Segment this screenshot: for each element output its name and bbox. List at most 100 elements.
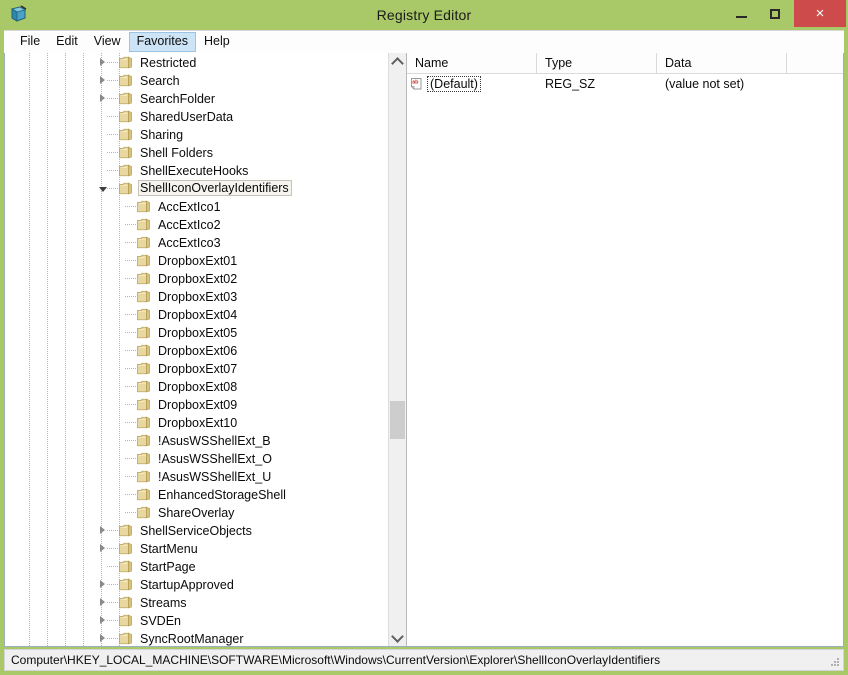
menu-item-favorites[interactable]: Favorites	[128, 32, 196, 52]
tree-node[interactable]: StartMenu	[5, 539, 388, 557]
triangle-icon	[100, 579, 105, 588]
tree-node-label: DropboxExt06	[158, 344, 238, 358]
tree-node[interactable]: DropboxExt01	[5, 251, 388, 269]
expand-node-icon[interactable]	[97, 632, 108, 643]
tree-node[interactable]: ShellServiceObjects	[5, 521, 388, 539]
tree-connector	[107, 80, 118, 81]
column-header-data[interactable]: Data	[657, 53, 787, 73]
tree-connector	[125, 512, 136, 513]
tree-node[interactable]: ShellIconOverlayIdentifiers	[5, 179, 388, 197]
tree-node-label: StartupApproved	[140, 578, 234, 592]
tree-node[interactable]: DropboxExt07	[5, 359, 388, 377]
folder-icon	[137, 398, 152, 411]
tree-node-label: EnhancedStorageShell	[158, 488, 286, 502]
tree-node[interactable]: AccExtIco3	[5, 233, 388, 251]
scroll-up-button[interactable]	[389, 53, 406, 70]
tree-node[interactable]: Sharing	[5, 125, 388, 143]
tree-node[interactable]: !AsusWSShellExt_U	[5, 467, 388, 485]
tree-node[interactable]: Streams	[5, 593, 388, 611]
tree-connector	[125, 206, 136, 207]
value-name-cell[interactable]: ab (Default)	[407, 76, 537, 92]
tree-node-label: AccExtIco2	[158, 218, 221, 232]
tree-connector	[125, 476, 136, 477]
registry-path: Computer\HKEY_LOCAL_MACHINE\SOFTWARE\Mic…	[11, 653, 661, 667]
maximize-button[interactable]	[760, 0, 790, 27]
minimize-button[interactable]	[726, 0, 756, 27]
title-bar[interactable]: Registry Editor ×	[0, 0, 848, 30]
tree-connector	[125, 260, 136, 261]
tree-connector	[125, 458, 136, 459]
collapse-node-icon[interactable]	[97, 182, 108, 193]
column-header-name[interactable]: Name	[407, 53, 537, 73]
tree-node-label: SearchFolder	[140, 92, 216, 106]
tree-node[interactable]: DropboxExt09	[5, 395, 388, 413]
tree-node[interactable]: !AsusWSShellExt_O	[5, 449, 388, 467]
tree-node[interactable]: DropboxExt05	[5, 323, 388, 341]
folder-icon	[119, 578, 134, 591]
tree-node[interactable]: AccExtIco1	[5, 197, 388, 215]
menu-item-edit[interactable]: Edit	[48, 32, 86, 52]
tree-node[interactable]: SharedUserData	[5, 107, 388, 125]
tree-node-label: Sharing	[140, 128, 184, 142]
folder-icon	[137, 308, 152, 321]
tree-node[interactable]: DropboxExt02	[5, 269, 388, 287]
scroll-down-button[interactable]	[389, 629, 406, 646]
table-row[interactable]: ab (Default) REG_SZ (value not set)	[407, 74, 843, 94]
triangle-icon	[100, 543, 105, 552]
tree-node[interactable]: SyncRootManager	[5, 629, 388, 646]
registry-values-pane[interactable]: Name Type Data ab (Default) REG_SZ (valu…	[407, 53, 843, 646]
close-button[interactable]: ×	[794, 0, 846, 27]
expand-node-icon[interactable]	[97, 524, 108, 535]
tree-node[interactable]: AccExtIco2	[5, 215, 388, 233]
folder-icon	[119, 146, 134, 159]
string-value-icon: ab	[410, 77, 424, 91]
tree-connector	[125, 314, 136, 315]
tree-node[interactable]: DropboxExt04	[5, 305, 388, 323]
tree-node[interactable]: SVDEn	[5, 611, 388, 629]
tree-node[interactable]: StartupApproved	[5, 575, 388, 593]
registry-tree-pane[interactable]: Restricted Search SearchFolder SharedUserDa…	[5, 53, 407, 646]
folder-icon	[119, 92, 134, 105]
tree-connector	[107, 548, 118, 549]
expand-node-icon[interactable]	[97, 74, 108, 85]
expand-node-icon[interactable]	[97, 614, 108, 625]
resize-grip-icon[interactable]	[828, 656, 840, 668]
registry-editor-icon	[10, 5, 28, 23]
tree-node[interactable]: EnhancedStorageShell	[5, 485, 388, 503]
menu-item-help[interactable]: Help	[196, 32, 238, 52]
values-column-headers: Name Type Data	[407, 53, 843, 74]
menu-item-view[interactable]: View	[86, 32, 129, 52]
expand-node-icon[interactable]	[97, 56, 108, 67]
tree-node[interactable]: StartPage	[5, 557, 388, 575]
tree-node-label: DropboxExt02	[158, 272, 238, 286]
tree-node[interactable]: Search	[5, 71, 388, 89]
expand-node-icon[interactable]	[97, 542, 108, 553]
tree-node[interactable]: Shell Folders	[5, 143, 388, 161]
scrollbar-thumb[interactable]	[390, 401, 405, 439]
tree-node[interactable]: DropboxExt06	[5, 341, 388, 359]
menu-item-file[interactable]: File	[12, 32, 48, 52]
folder-icon	[137, 470, 152, 483]
tree-node[interactable]: DropboxExt03	[5, 287, 388, 305]
folder-icon	[119, 632, 134, 645]
tree-node-label: DropboxExt09	[158, 398, 238, 412]
tree-node[interactable]: Restricted	[5, 53, 388, 71]
tree-node[interactable]: DropboxExt08	[5, 377, 388, 395]
expand-node-icon[interactable]	[97, 596, 108, 607]
tree-connector	[125, 368, 136, 369]
tree-connector	[125, 440, 136, 441]
tree-node[interactable]: SearchFolder	[5, 89, 388, 107]
expand-node-icon[interactable]	[97, 92, 108, 103]
expand-node-icon[interactable]	[97, 578, 108, 589]
tree-node[interactable]: ShareOverlay	[5, 503, 388, 521]
registry-tree[interactable]: Restricted Search SearchFolder SharedUserDa…	[5, 53, 388, 646]
tree-connector	[107, 566, 118, 567]
tree-node-label: !AsusWSShellExt_B	[158, 434, 271, 448]
tree-vertical-scrollbar[interactable]	[388, 53, 406, 646]
tree-node-label: SVDEn	[140, 614, 181, 628]
tree-node[interactable]: ShellExecuteHooks	[5, 161, 388, 179]
tree-node[interactable]: !AsusWSShellExt_B	[5, 431, 388, 449]
tree-node[interactable]: DropboxExt10	[5, 413, 388, 431]
column-header-type[interactable]: Type	[537, 53, 657, 73]
triangle-icon	[100, 525, 105, 534]
